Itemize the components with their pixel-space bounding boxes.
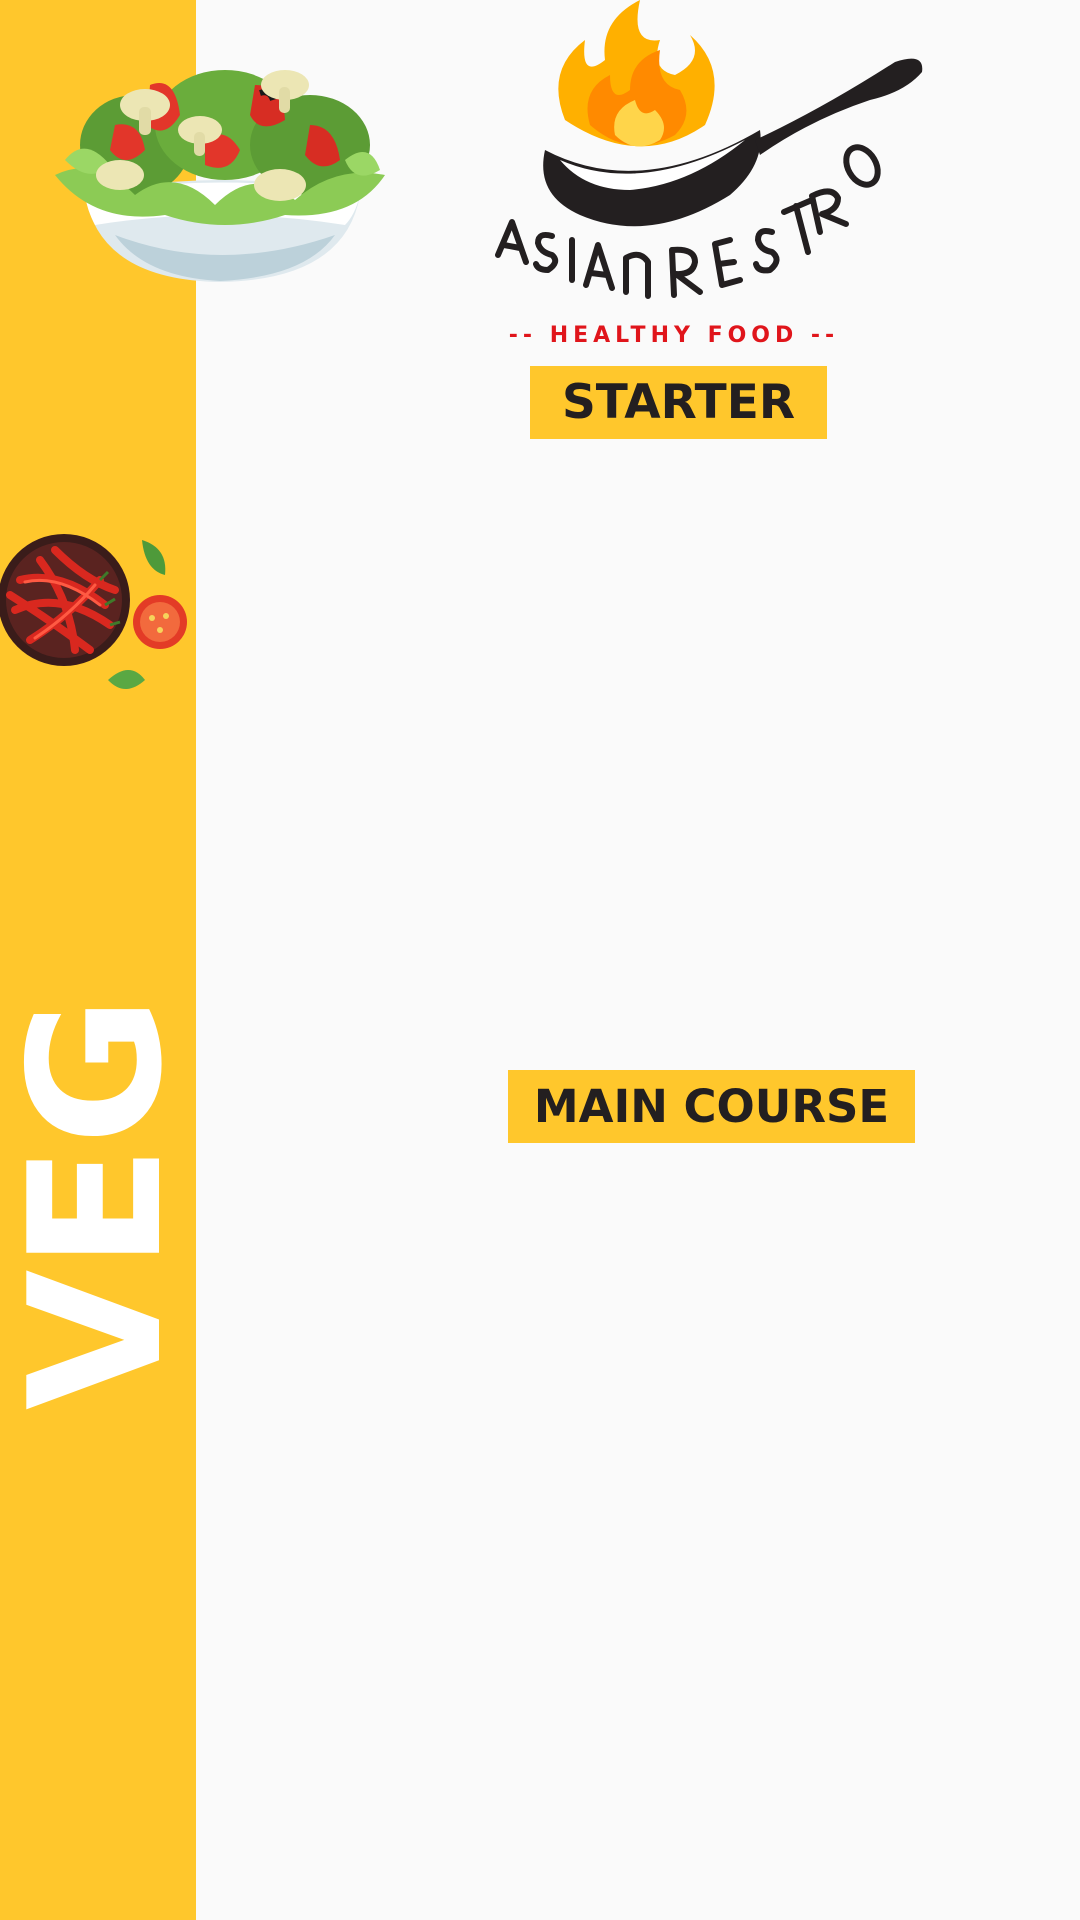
tagline: -- HEALTHY FOOD -- [508, 323, 840, 348]
chili-bowl-icon [0, 534, 187, 689]
restaurant-logo [495, 0, 923, 299]
salad-bowl-icon [55, 70, 385, 282]
sidebar: VEG [0, 0, 385, 1920]
category-label: VEG [0, 995, 202, 1411]
section-heading-main-course: MAIN COURSE [508, 1070, 915, 1143]
section-heading-starter: STARTER [530, 366, 827, 439]
